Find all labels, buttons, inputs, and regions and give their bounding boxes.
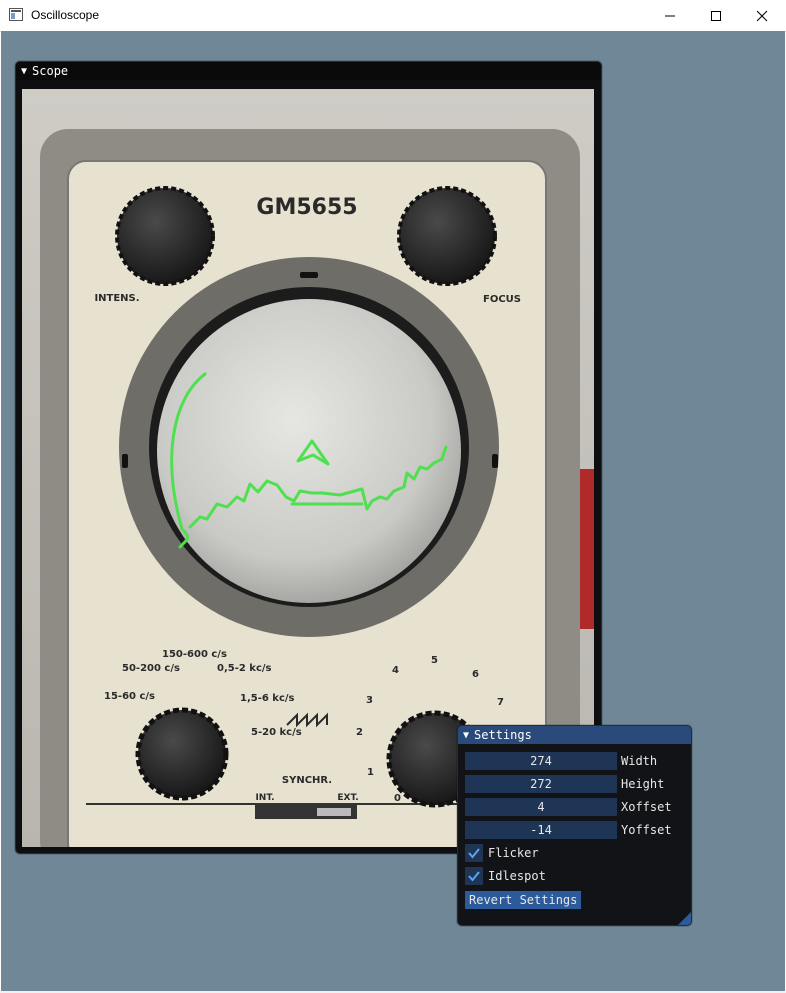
range-label: 1,5-6 kc/s xyxy=(240,693,295,704)
synchr-label: SYNCHR. xyxy=(282,775,332,786)
app-icon xyxy=(9,8,23,21)
range-label: 15-60 c/s xyxy=(104,691,155,702)
model-label: GM5655 xyxy=(256,195,357,220)
close-button[interactable] xyxy=(739,0,785,31)
minimize-icon xyxy=(665,15,675,16)
height-row: 272 Height xyxy=(465,775,664,793)
revert-row: Revert Settings xyxy=(465,891,582,909)
xoffset-input[interactable]: 4 xyxy=(465,798,617,816)
yoffset-input[interactable]: -14 xyxy=(465,821,617,839)
int-label: INT. xyxy=(255,793,274,803)
ext-label: EXT. xyxy=(337,793,358,803)
intensity-knob xyxy=(115,186,215,286)
range-label: 5-20 kc/s xyxy=(251,727,302,738)
collapse-triangle-icon[interactable]: ▼ xyxy=(463,730,469,741)
dial-number: 7 xyxy=(497,697,504,708)
intens-label: INTENS. xyxy=(94,293,139,304)
checkmark-icon xyxy=(468,848,480,859)
dial-number: 2 xyxy=(356,727,363,738)
revert-settings-button[interactable]: Revert Settings xyxy=(465,891,582,909)
maximize-icon xyxy=(711,10,721,21)
idlespot-row: Idlespot xyxy=(465,867,546,885)
height-label: Height xyxy=(621,777,665,791)
settings-window[interactable]: ▼ Settings 274 Width 272 Height 4 Xoffse… xyxy=(457,725,692,926)
yoffset-row: -14 Yoffset xyxy=(465,821,672,839)
dial-number: 1 xyxy=(367,767,374,778)
dial-number: 5 xyxy=(431,655,438,666)
flicker-checkbox[interactable] xyxy=(465,844,483,862)
maximize-button[interactable] xyxy=(693,0,739,31)
height-input[interactable]: 272 xyxy=(465,775,617,793)
range-label: 150-600 c/s xyxy=(162,649,227,660)
collapse-triangle-icon[interactable]: ▼ xyxy=(21,66,27,77)
crt-screen xyxy=(157,299,461,603)
resize-grip[interactable] xyxy=(678,912,691,925)
flicker-row: Flicker xyxy=(465,844,539,862)
settings-titlebar[interactable]: ▼ Settings xyxy=(458,726,691,744)
width-label: Width xyxy=(621,754,658,768)
focus-knob xyxy=(397,186,497,286)
width-row: 274 Width xyxy=(465,752,657,770)
idlespot-checkbox[interactable] xyxy=(465,867,483,885)
dial-number: 3 xyxy=(366,695,373,706)
timebase-knob xyxy=(135,707,229,801)
switch-slider xyxy=(317,808,351,816)
scope-title: Scope xyxy=(32,64,69,78)
range-label: 50-200 c/s xyxy=(122,663,180,674)
minimize-button[interactable] xyxy=(647,0,693,31)
dial-number: 4 xyxy=(392,665,399,676)
xoffset-label: Xoffset xyxy=(621,800,672,814)
flicker-label: Flicker xyxy=(488,846,539,860)
settings-title: Settings xyxy=(474,728,532,742)
dial-number: 6 xyxy=(472,669,479,680)
yoffset-label: Yoffset xyxy=(621,823,672,837)
scope-titlebar[interactable]: ▼ Scope xyxy=(16,62,601,80)
range-label: 0,5-2 kc/s xyxy=(217,663,272,674)
dial-number: 0 xyxy=(394,793,401,804)
focus-label: FOCUS xyxy=(483,294,521,305)
window-titlebar[interactable]: Oscilloscope xyxy=(0,0,786,32)
width-input[interactable]: 274 xyxy=(465,752,617,770)
xoffset-row: 4 Xoffset xyxy=(465,798,672,816)
close-icon xyxy=(756,10,768,21)
idlespot-label: Idlespot xyxy=(488,869,546,883)
checkmark-icon xyxy=(468,871,480,882)
window-title: Oscilloscope xyxy=(31,8,100,22)
